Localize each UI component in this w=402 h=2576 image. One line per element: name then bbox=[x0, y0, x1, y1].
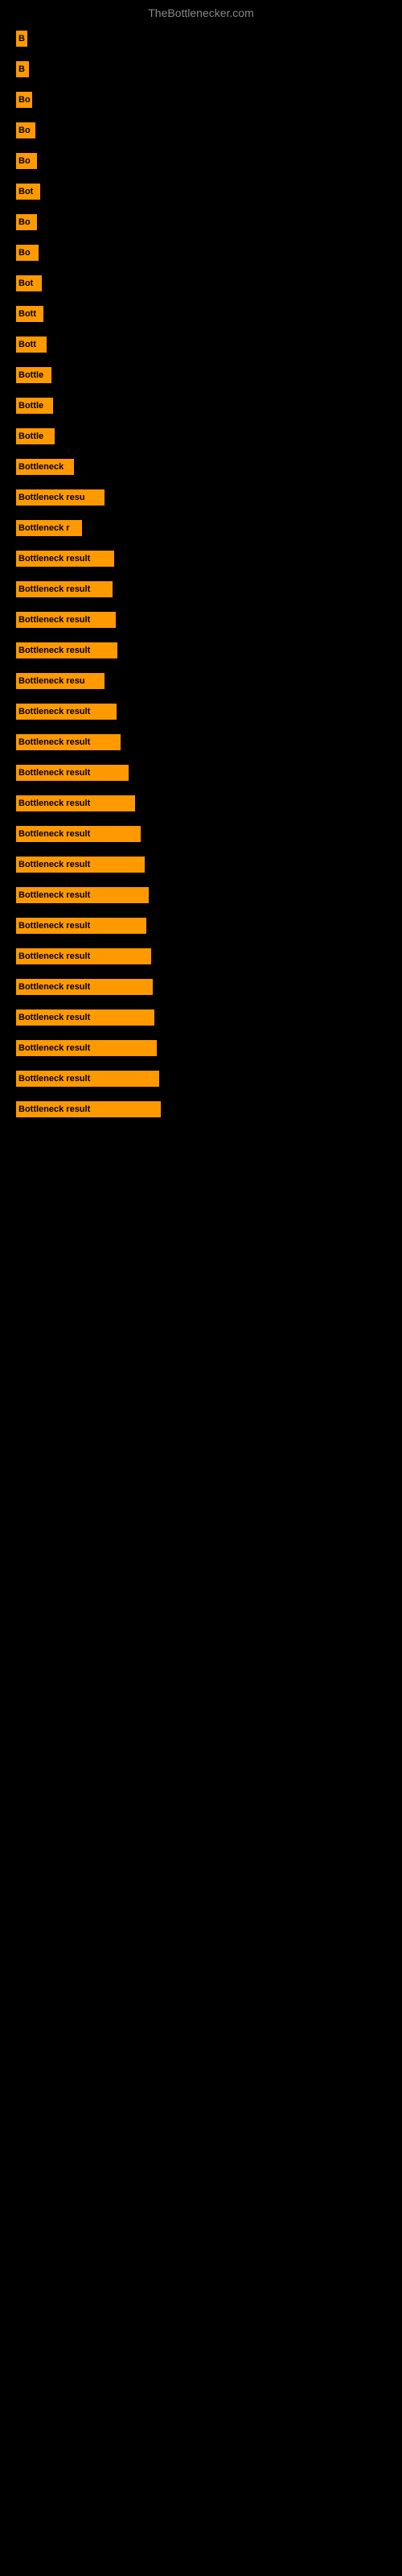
bar-label: Bottleneck result bbox=[16, 734, 121, 750]
bar-row: Bo bbox=[16, 92, 386, 108]
bar-row: Bottleneck result bbox=[16, 979, 386, 995]
bar-row: Bottleneck result bbox=[16, 704, 386, 720]
bar-label: Bottle bbox=[16, 428, 55, 444]
bar-row: Bottle bbox=[16, 398, 386, 414]
bar-label: Bott bbox=[16, 336, 47, 353]
bar-row: Bottle bbox=[16, 428, 386, 444]
bar-row: Bottleneck result bbox=[16, 826, 386, 842]
bar-label: Bottleneck result bbox=[16, 581, 113, 597]
bar-row: Bottleneck result bbox=[16, 1040, 386, 1056]
bar-row: B bbox=[16, 61, 386, 77]
bar-row: Bott bbox=[16, 336, 386, 353]
bar-label: Bo bbox=[16, 153, 37, 169]
bar-row: Bottleneck result bbox=[16, 857, 386, 873]
bar-label: Bottleneck result bbox=[16, 948, 151, 964]
bar-label: Bott bbox=[16, 306, 43, 322]
bars-container: BB Bo Bo Bo Bot Bo Bo Bot Bott Bott Bottle Bottle Bo… bbox=[0, 23, 402, 1140]
bar-row: Bottleneck result bbox=[16, 1101, 386, 1117]
bar-label: B bbox=[16, 31, 27, 47]
bar-row: Bottleneck result bbox=[16, 765, 386, 781]
bar-label: Bot bbox=[16, 275, 42, 291]
bar-row: Bottleneck result bbox=[16, 1071, 386, 1087]
bar-label: Bottleneck result bbox=[16, 857, 145, 873]
bar-label: Bottleneck result bbox=[16, 1040, 157, 1056]
bar-row: Bottleneck result bbox=[16, 734, 386, 750]
bar-label: Bottleneck result bbox=[16, 551, 114, 567]
bar-label: Bottle bbox=[16, 398, 53, 414]
bar-label: Bottleneck result bbox=[16, 1009, 154, 1026]
bar-label: Bo bbox=[16, 245, 39, 261]
bar-row: Bottleneck result bbox=[16, 887, 386, 903]
bar-label: Bottleneck result bbox=[16, 704, 117, 720]
bar-row: Bottleneck result bbox=[16, 581, 386, 597]
bar-row: Bottleneck result bbox=[16, 795, 386, 811]
bar-label: Bot bbox=[16, 184, 40, 200]
bar-label: Bottleneck result bbox=[16, 887, 149, 903]
bar-label: Bottle bbox=[16, 367, 51, 383]
bar-row: Bottleneck bbox=[16, 459, 386, 475]
bar-row: Bottleneck result bbox=[16, 612, 386, 628]
bar-row: Bottleneck result bbox=[16, 551, 386, 567]
bar-row: Bottle bbox=[16, 367, 386, 383]
bar-row: Bottleneck result bbox=[16, 948, 386, 964]
bar-row: Bottleneck resu bbox=[16, 673, 386, 689]
bar-label: Bottleneck bbox=[16, 459, 74, 475]
bar-row: Bot bbox=[16, 184, 386, 200]
bar-label: Bottleneck result bbox=[16, 918, 146, 934]
bar-row: Bottleneck result bbox=[16, 1009, 386, 1026]
bar-row: Bottleneck result bbox=[16, 918, 386, 934]
bar-label: Bottleneck resu bbox=[16, 489, 105, 506]
bar-row: Bo bbox=[16, 153, 386, 169]
bar-row: Bottleneck r bbox=[16, 520, 386, 536]
bar-label: B bbox=[16, 61, 29, 77]
bar-label: Bo bbox=[16, 122, 35, 138]
bar-label: Bottleneck result bbox=[16, 826, 141, 842]
bar-row: Bo bbox=[16, 245, 386, 261]
bar-label: Bottleneck resu bbox=[16, 673, 105, 689]
bar-label: Bottleneck result bbox=[16, 765, 129, 781]
bar-label: Bottleneck result bbox=[16, 979, 153, 995]
bar-label: Bo bbox=[16, 214, 37, 230]
bar-row: Bottleneck resu bbox=[16, 489, 386, 506]
bar-row: Bo bbox=[16, 122, 386, 138]
bar-row: Bot bbox=[16, 275, 386, 291]
bar-label: Bo bbox=[16, 92, 32, 108]
bar-label: Bottleneck result bbox=[16, 642, 117, 658]
bar-row: Bo bbox=[16, 214, 386, 230]
bar-row: Bott bbox=[16, 306, 386, 322]
bar-label: Bottleneck result bbox=[16, 1071, 159, 1087]
bar-row: B bbox=[16, 31, 386, 47]
bar-row: Bottleneck result bbox=[16, 642, 386, 658]
bar-label: Bottleneck result bbox=[16, 612, 116, 628]
bar-label: Bottleneck result bbox=[16, 795, 135, 811]
bar-label: Bottleneck result bbox=[16, 1101, 161, 1117]
bar-label: Bottleneck r bbox=[16, 520, 82, 536]
site-title: TheBottlenecker.com bbox=[0, 0, 402, 23]
